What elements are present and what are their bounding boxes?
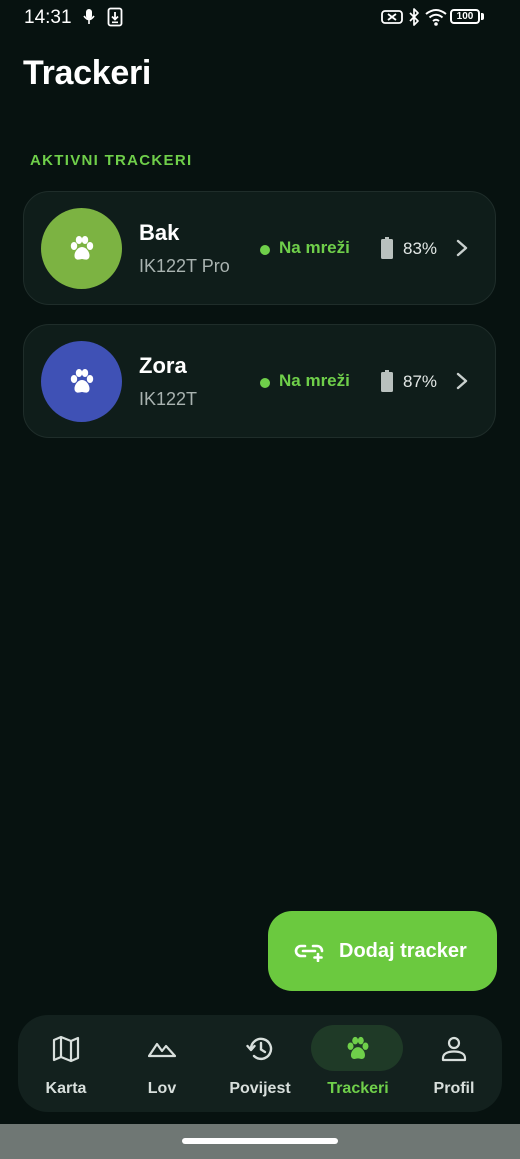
- online-dot: [260, 378, 270, 388]
- nav-label: Povijest: [229, 1080, 291, 1097]
- add-link-icon: [294, 944, 324, 962]
- home-gesture-bar[interactable]: [182, 1138, 338, 1144]
- battery-icon: [381, 370, 393, 392]
- nav-item-profil[interactable]: Profil: [406, 1015, 502, 1112]
- person-icon: [441, 1036, 467, 1062]
- gesture-area: [0, 1124, 520, 1159]
- chevron-right-icon: [456, 239, 468, 257]
- nav-label: Trackeri: [327, 1080, 389, 1097]
- nav-label: Profil: [433, 1080, 475, 1097]
- nav-label: Karta: [45, 1080, 87, 1097]
- mic-icon: [83, 9, 95, 24]
- download-icon: [107, 7, 123, 27]
- paw-icon: [347, 1036, 369, 1059]
- bottom-navigation: Karta Lov Povijest Trackeri Profil: [18, 1015, 502, 1112]
- nav-item-lov[interactable]: Lov: [114, 1015, 210, 1112]
- nav-item-trackeri[interactable]: Trackeri: [310, 1015, 406, 1112]
- wifi-icon: [425, 9, 447, 26]
- nav-item-karta[interactable]: Karta: [18, 1015, 114, 1112]
- tracker-name: Zora: [139, 353, 187, 378]
- battery-icon: 100: [450, 9, 480, 24]
- tracker-status: Na mreži: [279, 238, 350, 257]
- page-title: Trackeri: [23, 54, 152, 92]
- battery-saver-icon: [381, 10, 403, 24]
- status-time: 14:31: [24, 7, 72, 28]
- tracker-battery: 87%: [403, 372, 438, 391]
- nav-label: Lov: [147, 1080, 177, 1097]
- map-icon: [52, 1035, 80, 1063]
- bluetooth-icon: [409, 8, 419, 26]
- status-bar: 14:31 100: [0, 0, 520, 36]
- tracker-card-bak[interactable]: Bak IK122T Pro Na mreži 83%: [23, 191, 496, 305]
- history-icon: [246, 1037, 273, 1061]
- tracker-avatar: [41, 208, 122, 289]
- tracker-status: Na mreži: [279, 371, 350, 390]
- chevron-right-icon: [456, 372, 468, 390]
- battery-level: 100: [456, 11, 474, 22]
- tracker-name: Bak: [139, 220, 180, 245]
- tracker-card-zora[interactable]: Zora IK122T Na mreži 87%: [23, 324, 496, 438]
- terrain-icon: [148, 1042, 176, 1058]
- online-dot: [260, 245, 270, 255]
- paw-icon: [70, 368, 93, 393]
- nav-item-povijest[interactable]: Povijest: [212, 1015, 308, 1112]
- add-tracker-label: Dodaj tracker: [339, 939, 467, 962]
- tracker-model: IK122T Pro: [139, 256, 230, 276]
- paw-icon: [70, 235, 93, 260]
- section-title: AKTIVNI TRACKERI: [30, 152, 193, 169]
- trackers-screen: 14:31 100 Trackeri AKTIVNI TRACKERI Bak …: [0, 0, 520, 1159]
- tracker-model: IK122T: [139, 389, 198, 409]
- battery-tip: [481, 13, 484, 20]
- tracker-battery: 83%: [403, 239, 438, 258]
- tracker-avatar: [41, 341, 122, 422]
- add-tracker-button[interactable]: Dodaj tracker: [268, 911, 497, 991]
- battery-icon: [381, 237, 393, 259]
